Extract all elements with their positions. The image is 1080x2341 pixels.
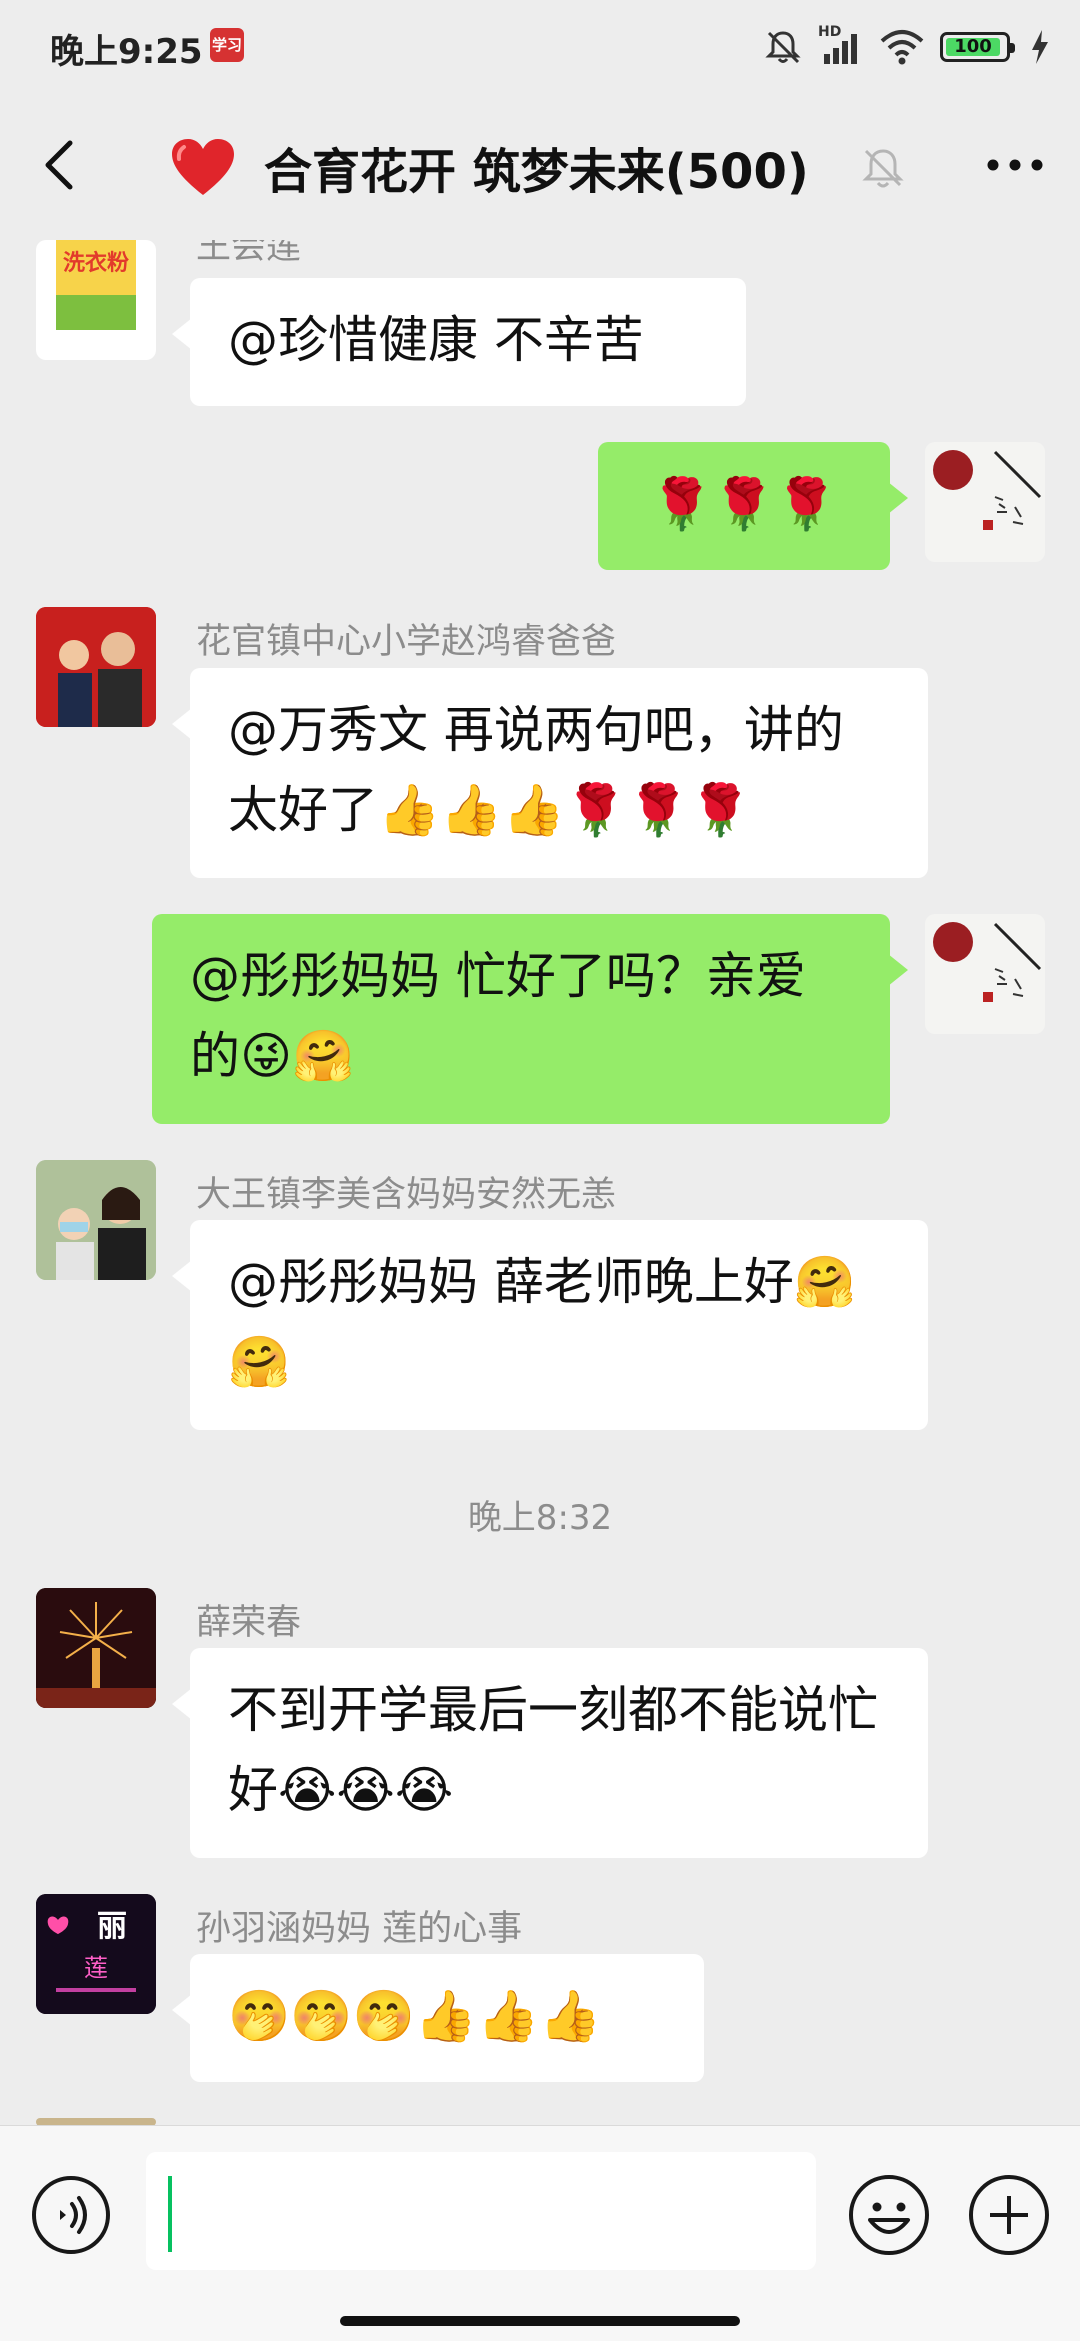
signal-icon: HD (818, 24, 864, 66)
sender-name: 王会莲 (196, 240, 302, 267)
message-input[interactable] (146, 2152, 816, 2270)
chat-message-list[interactable]: 洗衣粉 王会莲 @珍惜健康 不辛苦 🌹🌹🌹 花官镇中心小学赵鸿睿爸爸 @万秀文 … (0, 240, 1080, 2125)
message-bubble[interactable]: 不到开学最后一刻都不能说忙好😭😭😭 (172, 1648, 928, 1858)
battery-icon: 100 (940, 32, 1015, 62)
message-bubble[interactable]: @彤彤妈妈 薛老师晚上好🤗🤗 (172, 1220, 928, 1430)
avatar-name-text: 丽 (97, 1909, 127, 1944)
battery-level: 100 (954, 36, 992, 57)
sender-name: 大王镇李美含妈妈安然无恙 (196, 1175, 617, 1215)
group-name: 合育花开 筑梦未来(500) (264, 144, 809, 200)
more-functions-button[interactable] (966, 2172, 1052, 2258)
app-badge-icon: 学习 (210, 28, 244, 62)
text-cursor (168, 2176, 172, 2252)
message-bubble[interactable]: 🌹🌹🌹 (598, 442, 908, 570)
more-options-button[interactable] (980, 135, 1050, 195)
sender-name: 花官镇中心小学赵鸿睿爸爸 (196, 622, 617, 662)
message-bubble[interactable]: @万秀文 再说两句吧，讲的太好了👍👍👍🌹🌹🌹 (172, 668, 928, 878)
avatar[interactable] (36, 1160, 156, 1280)
avatar[interactable] (36, 2118, 156, 2125)
red-heart-icon (172, 139, 234, 195)
avatar[interactable] (36, 607, 156, 727)
input-bar (0, 2125, 1080, 2341)
status-time: 晚上9:25 (50, 32, 203, 72)
time-separator: 晚上8:32 (467, 1498, 613, 1538)
avatar-name-text: 莲 (84, 1954, 108, 1982)
avatar-product-text: 洗衣粉 (63, 250, 129, 276)
voice-icon (32, 2176, 110, 2254)
avatar[interactable] (36, 1588, 156, 1708)
avatar[interactable]: 洗衣粉 (36, 240, 156, 360)
message-bubble[interactable]: @彤彤妈妈 忙好了吗？亲爱的😜🤗 (152, 914, 908, 1124)
my-avatar[interactable] (925, 442, 1045, 562)
charging-icon (1032, 30, 1048, 64)
plus-icon (969, 2175, 1049, 2255)
more-dots-icon (987, 159, 1043, 171)
emoji-icon (849, 2175, 929, 2255)
back-button[interactable] (28, 133, 92, 197)
status-icons: HD 100 (764, 22, 1050, 72)
my-avatar[interactable] (925, 914, 1045, 1034)
sender-name: 薛荣春 (196, 1603, 302, 1643)
bell-muted-icon (860, 145, 906, 191)
chat-header: 合育花开 筑梦未来(500) (0, 95, 1080, 240)
voice-button[interactable] (30, 2174, 112, 2256)
avatar[interactable]: 丽 莲 (36, 1894, 156, 2014)
back-arrow-icon (45, 140, 73, 190)
wifi-icon (880, 30, 924, 65)
chat-title: 合育花开 筑梦未来(500) (170, 137, 809, 200)
message-bubble[interactable]: @珍惜健康 不辛苦 (172, 278, 746, 406)
status-bar: 晚上9:25 学习 HD 100 (0, 0, 1080, 95)
emoji-button[interactable] (846, 2172, 932, 2258)
home-indicator[interactable] (340, 2316, 740, 2326)
sender-name: 孙羽涵妈妈 莲的心事 (196, 1909, 523, 1949)
mute-bell-icon (765, 31, 801, 64)
message-bubble[interactable]: 🤭🤭🤭👍👍👍 (172, 1954, 704, 2082)
